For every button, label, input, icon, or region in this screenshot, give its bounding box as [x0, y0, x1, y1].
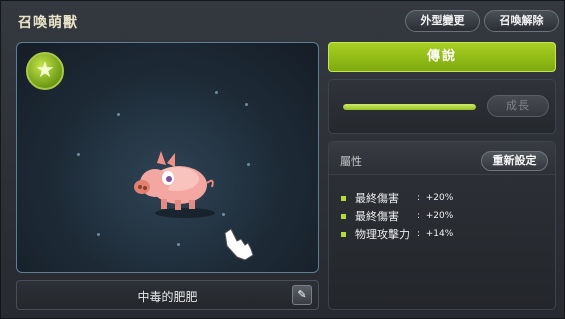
growth-progress-fill	[343, 104, 476, 110]
growth-panel: 成長	[328, 79, 556, 134]
growth-button[interactable]: 成長	[487, 95, 549, 117]
attribute-label: 最終傷害	[355, 192, 399, 205]
attribute-row: 最終傷害 : +20%	[341, 189, 453, 207]
attributes-header: 屬性 重新設定	[329, 142, 555, 175]
attributes-title: 屬性	[340, 155, 362, 168]
dismiss-summon-button[interactable]: 召喚解除	[484, 10, 559, 32]
pet-preview-area: ★	[16, 42, 319, 273]
bullet-icon	[341, 213, 346, 219]
window-title: 召喚萌獸	[18, 15, 78, 31]
reset-attributes-button[interactable]: 重新設定	[481, 151, 548, 171]
attribute-value: : +20%	[417, 193, 454, 203]
attribute-label: 物理攻擊力	[355, 228, 410, 241]
growth-progress-bar	[343, 104, 476, 110]
edit-name-button[interactable]: ✎	[292, 285, 312, 305]
pet-name: 中毒的肥肥	[137, 290, 198, 304]
attribute-label: 最終傷害	[355, 210, 399, 223]
attribute-value: : +20%	[417, 211, 454, 221]
grade-label: 傳說	[328, 42, 556, 72]
attribute-row: 最終傷害 : +20%	[341, 207, 453, 225]
bullet-icon	[341, 231, 346, 237]
attribute-list: 最終傷害 : +20% 最終傷害 : +20% 物理攻擊力 : +14%	[341, 189, 453, 243]
hand-cursor-icon	[224, 228, 254, 261]
pencil-icon: ✎	[297, 288, 307, 301]
attributes-panel: 屬性 重新設定 最終傷害 : +20% 最終傷害 : +20% 物理攻擊力 : …	[328, 141, 556, 310]
attribute-value: : +14%	[417, 229, 454, 239]
change-appearance-button[interactable]: 外型變更	[405, 10, 480, 32]
pet-name-bar: 中毒的肥肥 ✎	[16, 280, 319, 310]
summon-pet-window: 召喚萌獸 外型變更 召喚解除 ★ 中毒的肥肥 ✎ 傳說 成長 屬性 重新設定 最…	[0, 0, 565, 319]
bullet-icon	[341, 195, 346, 201]
attribute-row: 物理攻擊力 : +14%	[341, 225, 453, 243]
